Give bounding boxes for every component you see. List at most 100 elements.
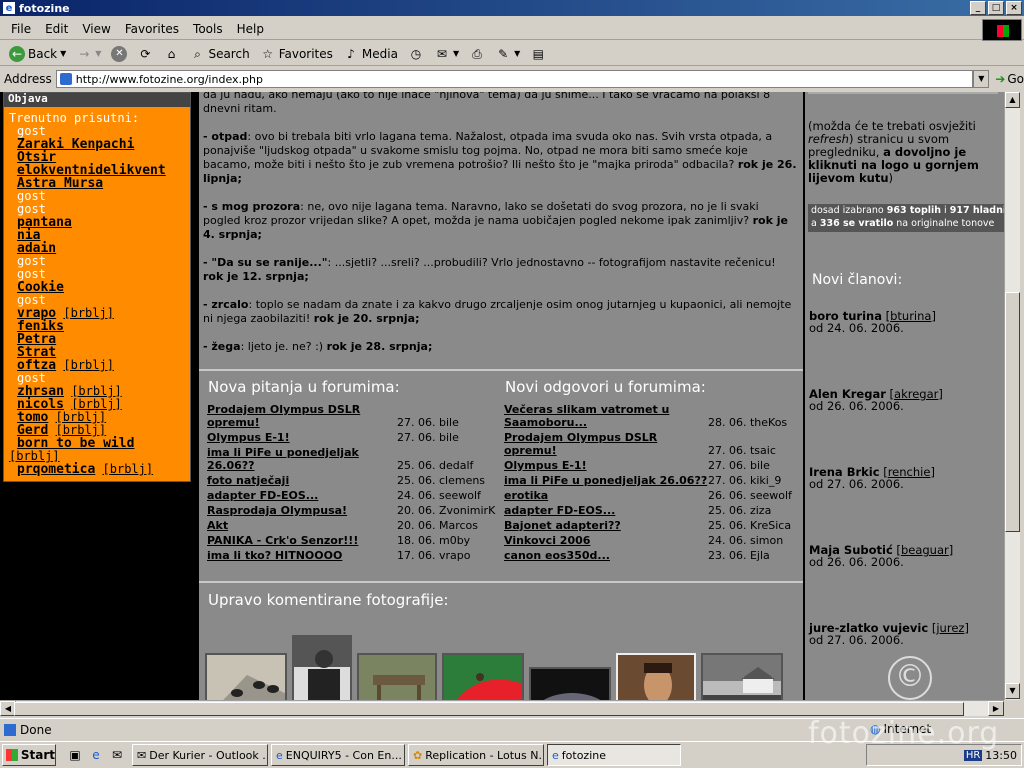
forum-topic-link[interactable]: canon eos350d... [504,549,708,562]
edit-button[interactable]: ✎ ▼ [490,46,525,62]
page-viewport: Objava Trenutno prisutni: gost Zaraki Ken… [0,92,1004,700]
forum-topic-link[interactable]: PANIKA - Crk'o Senzor!!! [207,534,397,547]
forum-topic-link[interactable]: foto natječaji [207,474,397,487]
topic-item: da ju nađu, ako nemaju (ako to nije inač… [203,92,797,116]
stop-button[interactable]: ✕ [106,45,132,62]
forum-topic-link[interactable]: Rasprodaja Olympusa! [207,504,397,517]
desktop-icon[interactable]: ▣ [66,746,84,764]
refresh-note: (možda će te trebati osvježiti refresh) … [808,119,979,185]
menu-favorites[interactable]: Favorites [118,22,186,36]
refresh-icon: ⟳ [140,46,151,61]
task-lotus[interactable]: ✿ Replication - Lotus N... [408,744,544,766]
address-dropdown-icon[interactable]: ▼ [973,70,990,88]
scroll-thumb[interactable] [14,702,964,716]
divider [199,369,803,371]
member-item: Irena Brkic [renchie] od 27. 06. 2006. [809,465,935,491]
address-input[interactable]: http://www.fotozine.org/index.php [55,70,974,88]
forum-meta: 25. 06. KreSica [708,519,792,532]
horizontal-scrollbar[interactable]: ◀ ▶ [0,700,1004,716]
photo-thumbnail[interactable] [357,653,437,700]
go-button[interactable]: ➔ Go [995,72,1024,86]
user-link[interactable]: prqometica [17,462,95,477]
home-button[interactable]: ⌂ [158,46,184,62]
forum-meta: 27. 06. bile [397,416,459,429]
search-button[interactable]: ⌕ Search [184,46,254,62]
menu-file[interactable]: File [4,22,38,36]
menu-tools[interactable]: Tools [186,22,230,36]
blog-link[interactable]: [brblj] [103,462,154,476]
forum-topic-link[interactable]: Vinkovci 2006 [504,534,708,547]
scroll-right-icon[interactable]: ▶ [988,701,1004,716]
photo-thumbnail[interactable] [529,667,611,700]
outlook-icon[interactable]: ✉ [108,746,126,764]
maximize-button[interactable]: □ [988,1,1004,15]
forum-topic-link[interactable]: Prodajem Olympus DSLR opremu! [504,431,708,457]
page-icon [59,73,72,85]
blog-link[interactable]: [brblj] [71,384,122,398]
clock[interactable]: 13:50 [985,749,1017,762]
forum-meta: 24. 06. simon [708,534,784,547]
photo-thumbnail[interactable] [442,653,524,700]
print-button[interactable]: ⎙ [464,46,490,62]
member-nick-link[interactable]: beaguar [901,543,949,557]
discuss-button[interactable]: ▤ [525,46,551,62]
blog-link[interactable]: [brblj] [63,358,114,372]
ie-icon[interactable]: e [87,746,105,764]
user-row: born to be wild [brblj] [9,437,190,463]
copyright-icon: © [888,656,932,700]
vertical-scrollbar[interactable]: ▲ ▼ [1004,92,1020,700]
forward-button[interactable]: → ▼ [71,46,106,62]
back-dropdown-icon[interactable]: ▼ [60,49,66,58]
task-outlook[interactable]: ✉ Der Kurier - Outlook ... [132,744,268,766]
minimize-button[interactable]: _ [970,1,986,15]
task-fotozine[interactable]: e fotozine [547,744,681,766]
blog-link[interactable]: [brblj] [9,449,60,463]
media-button[interactable]: ♪ Media [338,46,403,62]
photo-thumbnail[interactable] [292,635,352,700]
photo-thumbnail[interactable] [616,653,696,700]
blog-link[interactable]: [brblj] [56,423,107,437]
topic-name: - "Da su se ranije..." [203,256,328,269]
forum-topic-link[interactable]: Večeras slikam vatromet u Saamoboru... [504,403,708,429]
refresh-button[interactable]: ⟳ [132,46,158,62]
forum-topic-link[interactable]: Olympus E-1! [207,431,397,444]
forum-topic-link[interactable]: Olympus E-1! [504,459,708,472]
blog-link[interactable]: [brblj] [56,410,107,424]
forward-dropdown-icon[interactable]: ▼ [95,49,101,58]
history-button[interactable]: ◷ [403,46,429,62]
task-enquiry[interactable]: e ENQUIRY5 - Con En... [271,744,405,766]
menu-view[interactable]: View [75,22,117,36]
scroll-thumb[interactable] [1005,292,1020,532]
back-button[interactable]: ← Back ▼ [4,45,71,62]
scroll-down-icon[interactable]: ▼ [1005,683,1020,699]
start-button[interactable]: Start [2,744,56,766]
guest-label: gost [17,254,46,268]
favorites-button[interactable]: ☆ Favorites [255,46,338,62]
forum-topic-link[interactable]: Prodajem Olympus DSLR opremu! [207,403,397,429]
language-indicator[interactable]: HR [963,749,983,761]
forum-row: Akt 20. 06. Marcos [207,519,497,532]
blog-link[interactable]: [brblj] [71,397,122,411]
menu-help[interactable]: Help [230,22,271,36]
forum-topic-link[interactable]: ima li tko? HITNOOOO [207,549,397,562]
stop-icon: ✕ [111,45,128,62]
address-label: Address [4,72,52,86]
close-button[interactable]: × [1006,1,1022,15]
photo-thumbnail[interactable] [205,653,287,700]
forum-topic-link[interactable]: ima li PiFe u ponedjeljak 26.06?? [207,446,397,472]
mail-button[interactable]: ✉ ▼ [429,46,464,62]
forum-topic-link[interactable]: Akt [207,519,397,532]
menu-edit[interactable]: Edit [38,22,75,36]
forum-topic-link[interactable]: adapter FD-EOS... [504,504,708,517]
photo-thumbnail[interactable] [701,653,783,700]
forum-topic-link[interactable]: ima li PiFe u ponedjeljak 26.06?? [504,474,708,487]
forum-topic-link[interactable]: adapter FD-EOS... [207,489,397,502]
forum-topic-link[interactable]: erotika [504,489,708,502]
topic-text: : ovo bi trebala biti vrlo lagana tema. … [203,130,773,171]
globe-icon: ◍ [870,722,881,736]
member-nick-link[interactable]: jurez [936,621,964,635]
forum-topic-link[interactable]: Bajonet adapteri?? [504,519,708,532]
new-replies-title: Novi odgovori u forumima: [505,378,706,396]
blog-link[interactable]: [brblj] [63,306,114,320]
scroll-up-icon[interactable]: ▲ [1005,92,1020,108]
